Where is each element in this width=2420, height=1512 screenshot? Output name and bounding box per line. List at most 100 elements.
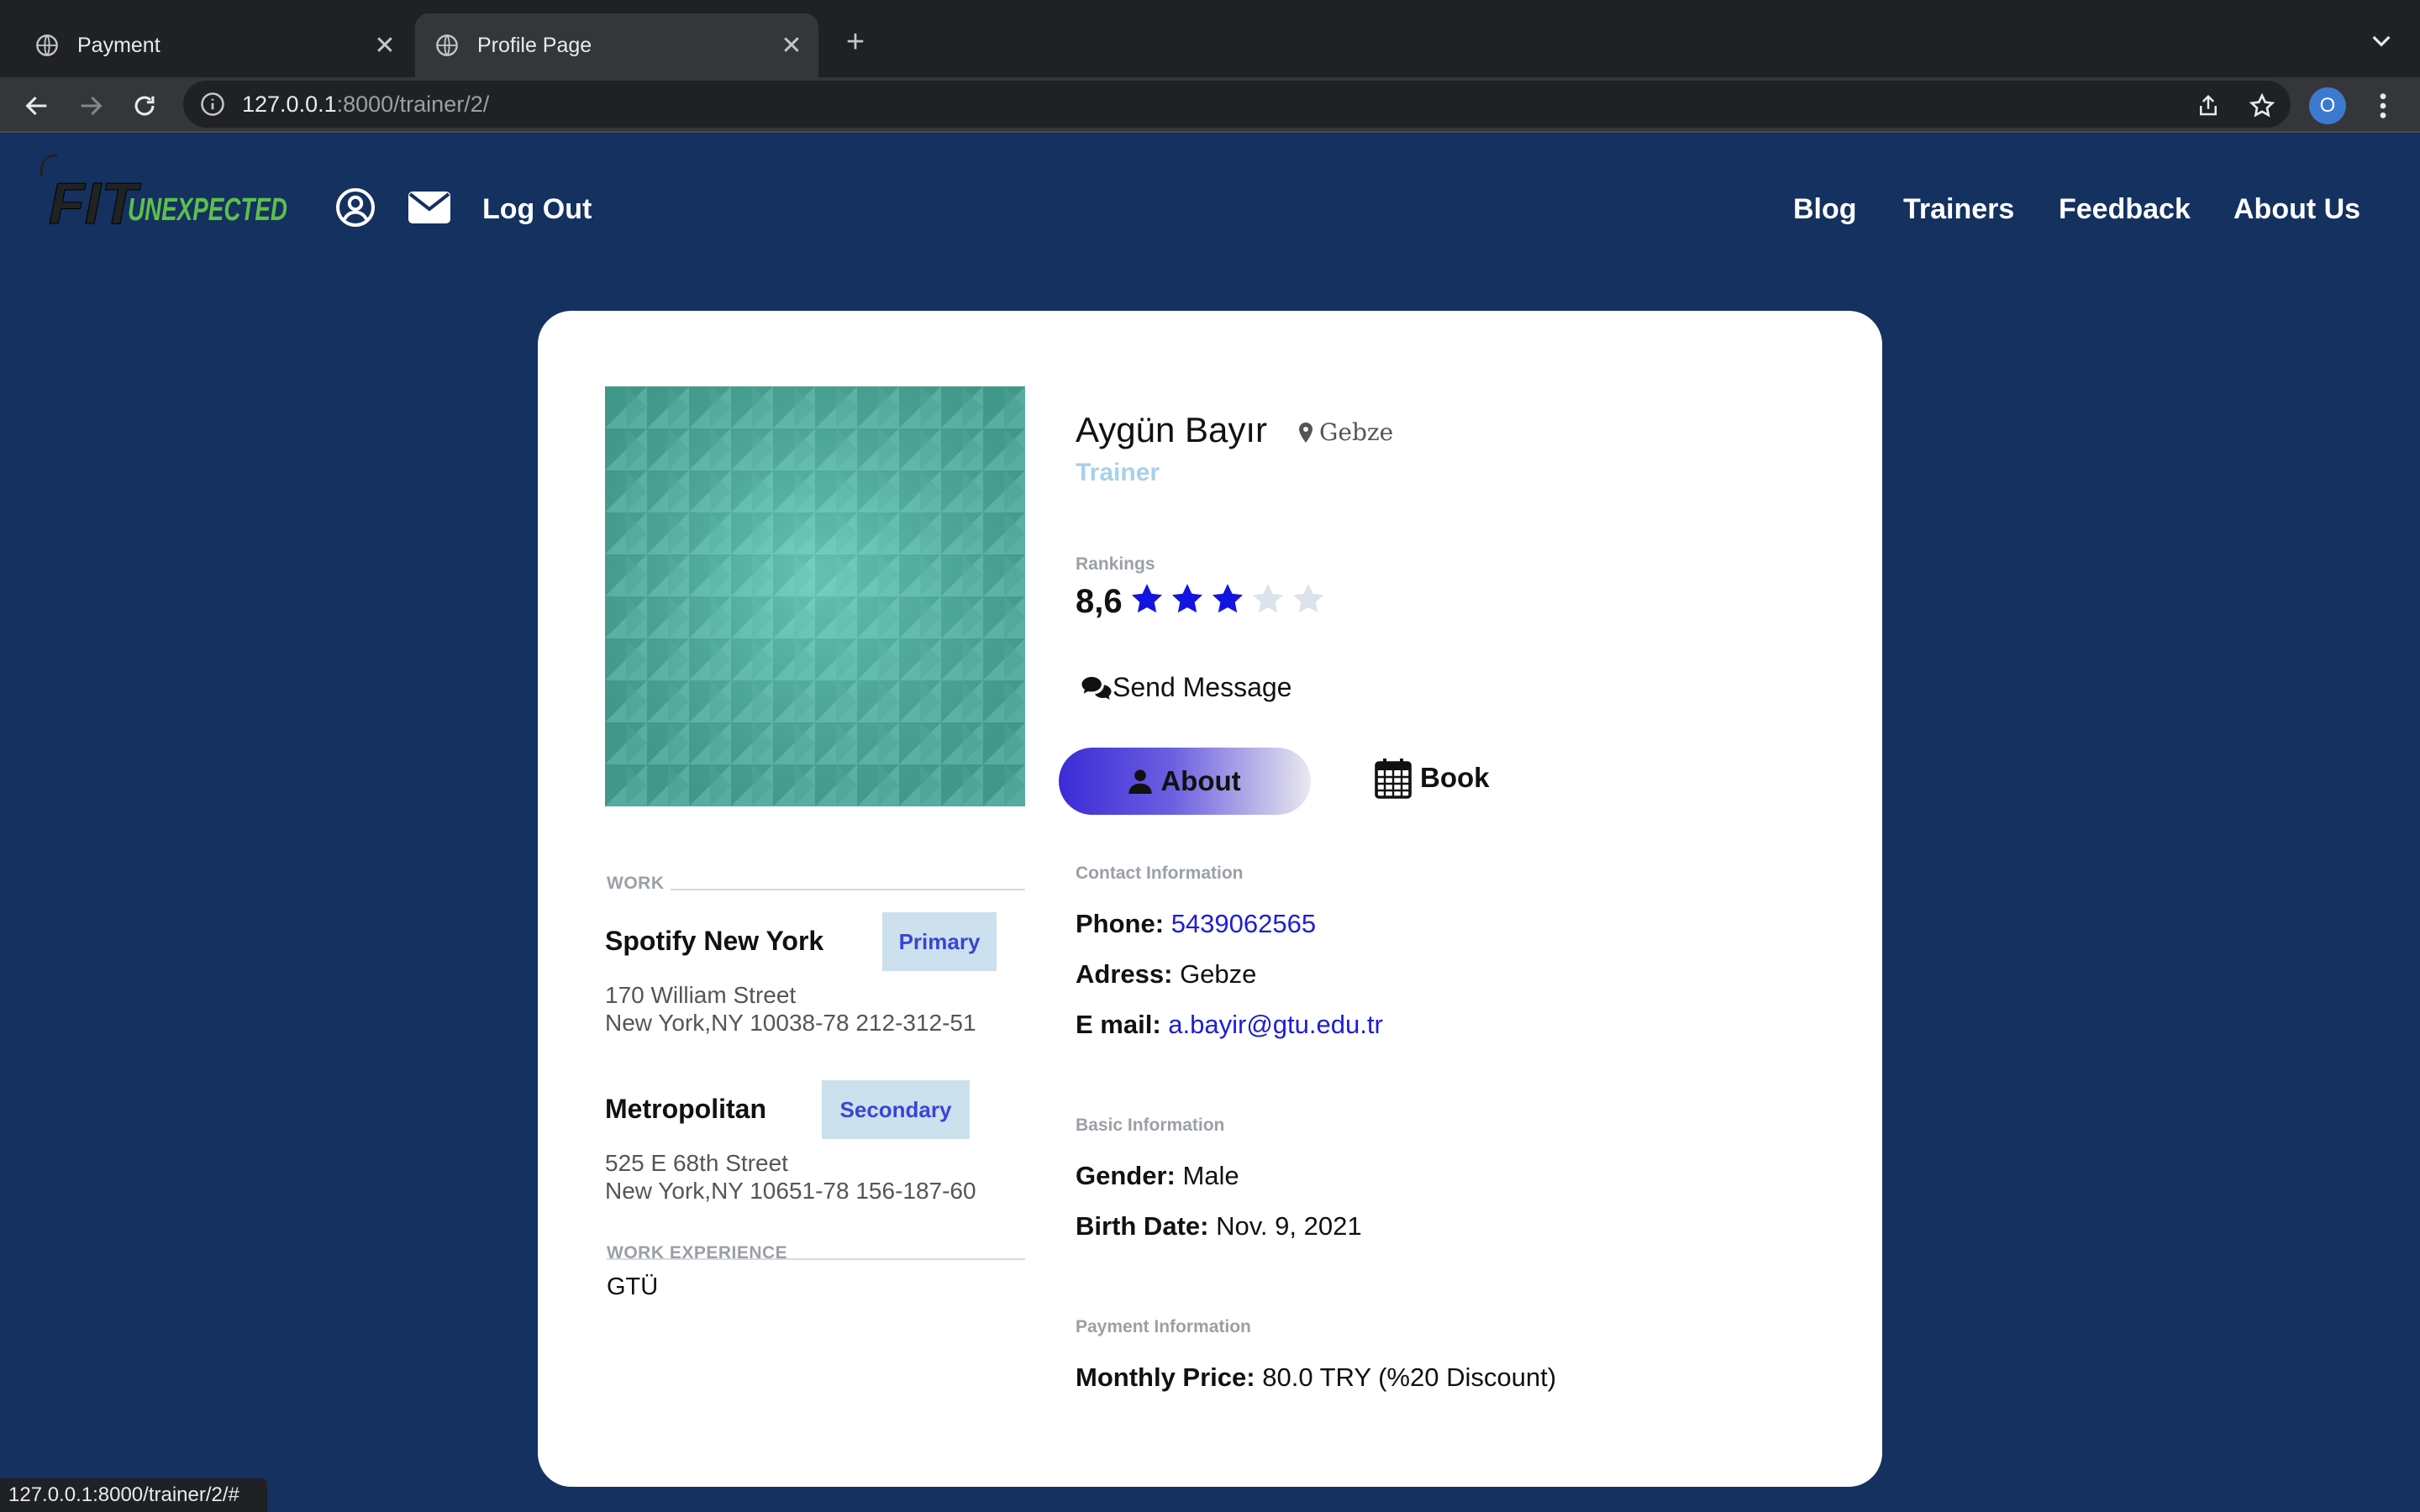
logo-unexpected-text: UNEXPECTED [128, 192, 287, 228]
work-experience-label: WORK EXPERIENCE [607, 1243, 788, 1263]
address-value: Gebze [1180, 959, 1257, 989]
user-icon [1128, 769, 1152, 794]
send-message-label: Send Message [1113, 672, 1292, 702]
work-address-line: New York,NY 10038-78 212-312-51 [605, 1010, 976, 1036]
tab-about-label: About [1160, 765, 1241, 796]
forward-button[interactable] [72, 87, 109, 124]
star-empty-icon [1292, 584, 1324, 613]
tab-about[interactable]: About [1059, 748, 1311, 815]
gender-label: Gender: [1076, 1161, 1176, 1190]
bookmark-button[interactable] [2244, 87, 2281, 124]
phone-label: Phone: [1076, 909, 1165, 938]
address-label: Adress: [1076, 959, 1173, 989]
email-label: E mail: [1076, 1010, 1161, 1039]
close-tab-icon[interactable]: ✕ [776, 30, 807, 60]
new-tab-button[interactable]: + [839, 25, 872, 59]
phone-link[interactable]: 5439062565 [1171, 909, 1316, 938]
monthly-price-row: Monthly Price: 80.0 TRY (%20 Discount) [1076, 1362, 1556, 1393]
phone-row: Phone: 5439062565 [1076, 909, 1316, 939]
reload-icon [134, 96, 155, 116]
trainer-role: Trainer [1076, 459, 1160, 486]
arrow-right-icon [81, 96, 103, 116]
basic-section-label: Basic Information [1076, 1116, 1225, 1135]
work-address-line: 170 William Street [605, 982, 797, 1008]
payment-section-label: Payment Information [1076, 1317, 1251, 1336]
browser-tab-bar: Payment ✕ Profile Page ✕ + [0, 0, 2420, 77]
work-section-label: WORK [607, 874, 665, 893]
work-experience-value: GTÜ [607, 1273, 659, 1300]
site-logo[interactable]: FIT UNEXPECTED [35, 144, 296, 232]
tab-book[interactable]: Book [1375, 753, 1490, 803]
star-filled-icon [1131, 584, 1163, 613]
monthly-price-label: Monthly Price: [1076, 1362, 1255, 1392]
browser-menu-button[interactable] [2368, 87, 2398, 124]
rankings-label: Rankings [1076, 554, 1155, 574]
birth-date-row: Birth Date: Nov. 9, 2021 [1076, 1211, 1362, 1242]
nav-blog[interactable]: Blog [1793, 193, 1857, 226]
nav-trainers[interactable]: Trainers [1903, 193, 2014, 226]
nav-feedback[interactable]: Feedback [2059, 193, 2191, 226]
tab-title: Profile Page [477, 33, 592, 57]
close-tab-icon[interactable]: ✕ [370, 30, 400, 60]
messages-link[interactable] [407, 186, 452, 228]
globe-icon [36, 34, 58, 56]
work-address-line: New York,NY 10651-78 156-187-60 [605, 1178, 976, 1204]
nav-about-us[interactable]: About Us [2233, 193, 2360, 226]
browser-status-url: 127.0.0.1:8000/trainer/2/# [0, 1478, 267, 1512]
gender-row: Gender: Male [1076, 1161, 1239, 1191]
back-button[interactable] [18, 87, 55, 124]
arrow-left-icon [25, 96, 47, 116]
share-button[interactable] [2190, 87, 2227, 124]
address-bar[interactable]: 127.0.0.1:8000/trainer/2/ [183, 81, 2291, 128]
work-name: Metropolitan [605, 1094, 766, 1124]
trainer-name: Aygün Bayır [1076, 410, 1268, 449]
browser-tab-payment[interactable]: Payment ✕ [15, 13, 412, 77]
browser-toolbar: 127.0.0.1:8000/trainer/2/ [0, 77, 2420, 133]
gender-value: Male [1182, 1161, 1239, 1190]
work-name: Spotify New York [605, 926, 824, 956]
email-link[interactable]: a.bayir@gtu.edu.tr [1168, 1010, 1383, 1039]
comments-icon [1081, 676, 1112, 700]
logout-link[interactable]: Log Out [482, 193, 592, 226]
envelope-icon [408, 192, 450, 223]
browser-profile-avatar[interactable]: O [2309, 87, 2346, 124]
work-address: 525 E 68th Street New York,NY 10651-78 1… [605, 1149, 976, 1205]
send-message-button[interactable]: Send Message [1081, 672, 1292, 703]
chevron-down-icon[interactable] [2368, 27, 2395, 54]
user-circle-icon [336, 188, 375, 227]
share-icon [2200, 94, 2217, 116]
profile-link[interactable] [334, 186, 376, 228]
contact-section-label: Contact Information [1076, 864, 1244, 883]
trainer-location: Gebze [1299, 418, 1393, 446]
birth-date-value: Nov. 9, 2021 [1216, 1211, 1362, 1241]
rating-value: 8,6 [1076, 583, 1123, 620]
url-host: 127.0.0.1 [242, 91, 337, 117]
address-row: Adress: Gebze [1076, 959, 1256, 990]
work-address-line: 525 E 68th Street [605, 1150, 788, 1176]
calendar-icon [1375, 759, 1412, 799]
divider [607, 1258, 1025, 1260]
tab-title: Payment [77, 33, 160, 57]
profile-photo [605, 386, 1025, 806]
work-badge-primary: Primary [882, 912, 997, 971]
star-outline-icon [2249, 92, 2275, 118]
profile-card: WORK Spotify New York Primary 170 Willia… [538, 311, 1882, 1487]
tab-book-label: Book [1420, 762, 1490, 793]
work-badge-secondary: Secondary [822, 1080, 970, 1139]
reload-button[interactable] [126, 87, 163, 124]
star-filled-icon [1212, 584, 1244, 613]
location-text: Gebze [1319, 418, 1394, 446]
url-text: 127.0.0.1:8000/trainer/2/ [242, 92, 489, 118]
work-address: 170 William Street New York,NY 10038-78 … [605, 981, 976, 1037]
email-row: E mail: a.bayir@gtu.edu.tr [1076, 1010, 1383, 1040]
more-vertical-icon [2380, 93, 2386, 118]
browser-tab-profile[interactable]: Profile Page ✕ [415, 13, 818, 77]
info-icon[interactable] [200, 92, 225, 117]
monthly-price-value: 80.0 TRY (%20 Discount) [1262, 1362, 1557, 1392]
url-path: :8000/trainer/2/ [336, 91, 490, 117]
star-empty-icon [1252, 584, 1284, 613]
divider [671, 889, 1025, 890]
rating-stars [1129, 581, 1326, 617]
globe-icon [436, 34, 458, 56]
birth-date-label: Birth Date: [1076, 1211, 1209, 1241]
